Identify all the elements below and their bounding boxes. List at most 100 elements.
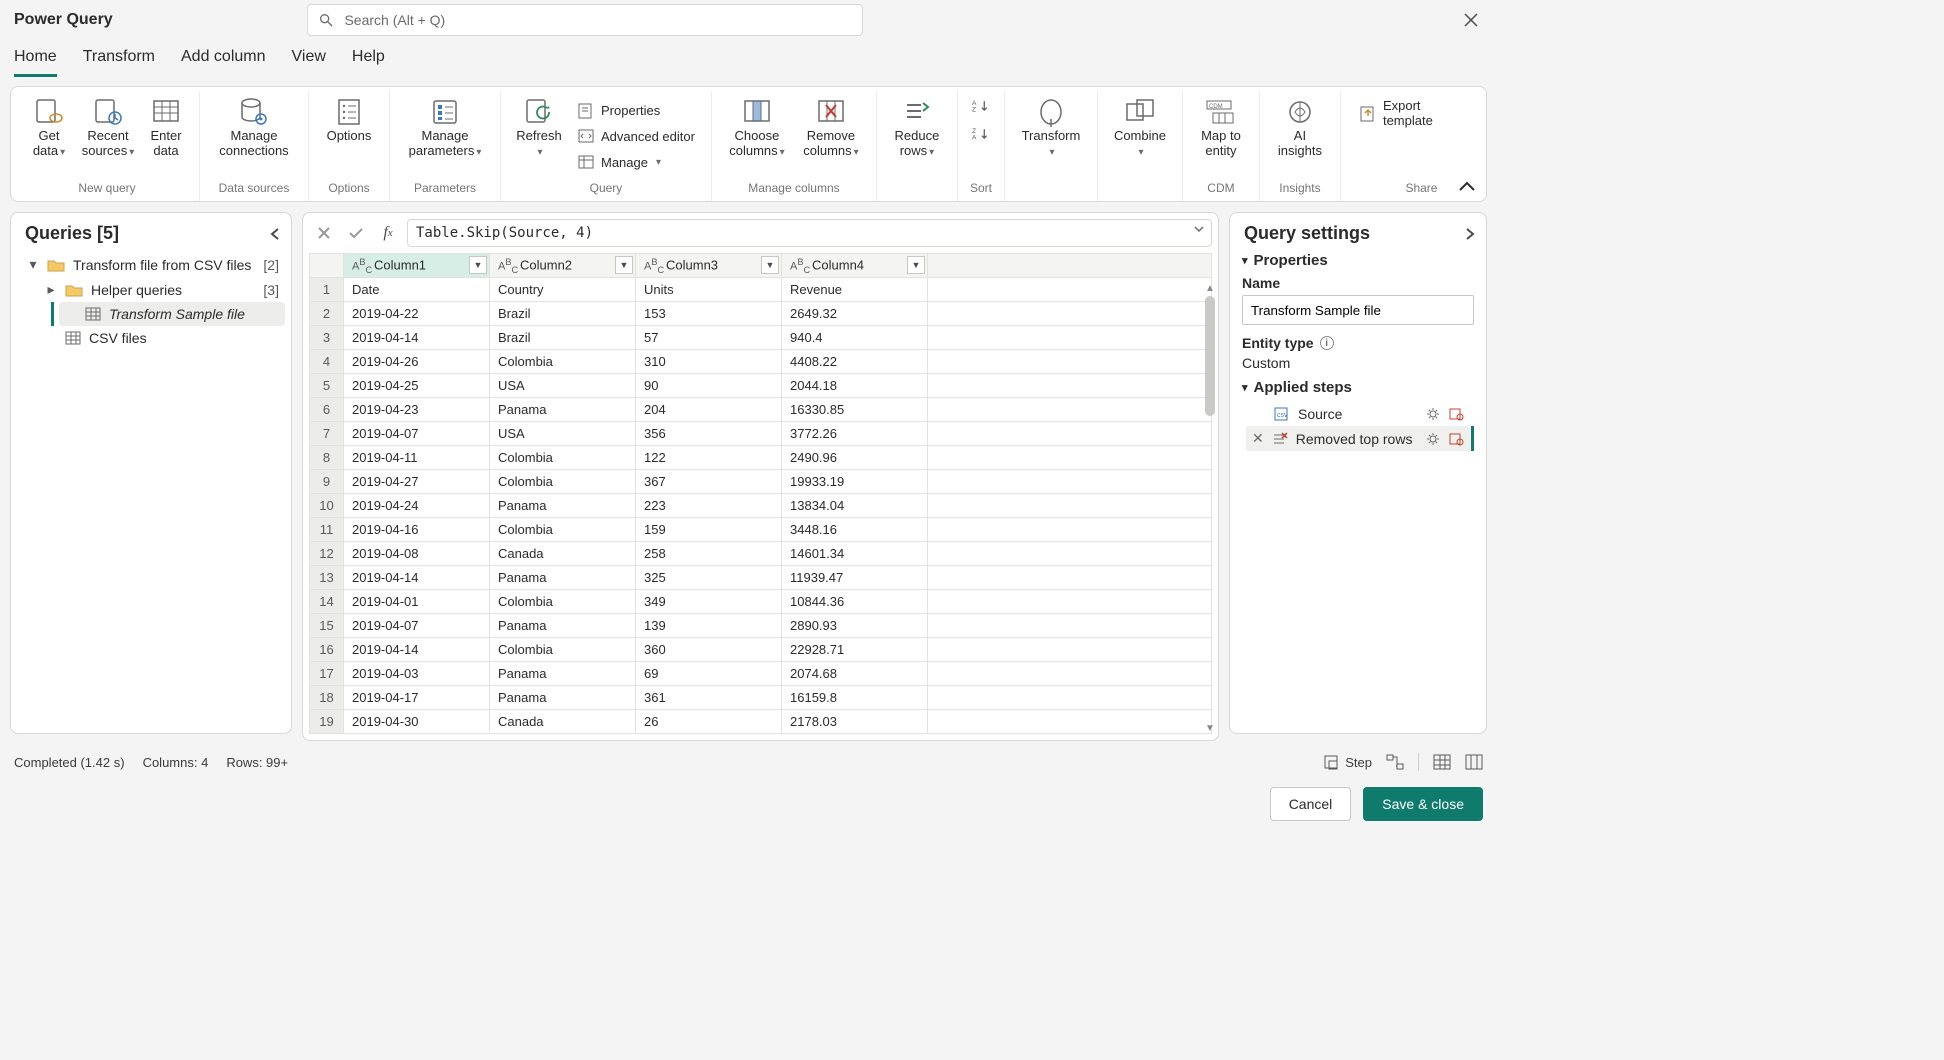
step-settings-button[interactable] xyxy=(1426,432,1440,446)
row-index[interactable]: 16 xyxy=(310,638,344,662)
cell[interactable]: Panama xyxy=(490,662,636,686)
scrollbar-thumb[interactable] xyxy=(1205,296,1215,416)
cell[interactable]: Brazil xyxy=(490,326,636,350)
sort-asc-button[interactable]: AZ xyxy=(968,95,994,117)
table-row[interactable]: 152019-04-07Panama1392890.93 xyxy=(310,614,1212,638)
cell[interactable]: 349 xyxy=(636,590,782,614)
table-row[interactable]: 182019-04-17Panama36116159.8 xyxy=(310,686,1212,710)
table-row[interactable]: 192019-04-30Canada262178.03 xyxy=(310,710,1212,734)
table-row[interactable]: 112019-04-16Colombia1593448.16 xyxy=(310,518,1212,542)
cell[interactable]: 159 xyxy=(636,518,782,542)
row-index[interactable]: 3 xyxy=(310,326,344,350)
row-index[interactable]: 8 xyxy=(310,446,344,470)
vertical-scrollbar[interactable]: ▲ ▼ xyxy=(1204,283,1216,734)
column-filter-button[interactable]: ▼ xyxy=(761,256,779,274)
cell[interactable]: USA xyxy=(490,422,636,446)
row-index[interactable]: 12 xyxy=(310,542,344,566)
row-index[interactable]: 13 xyxy=(310,566,344,590)
cell[interactable]: Colombia xyxy=(490,518,636,542)
cell[interactable]: Canada xyxy=(490,710,636,734)
table-row[interactable]: 102019-04-24Panama22313834.04 xyxy=(310,494,1212,518)
row-index[interactable]: 4 xyxy=(310,350,344,374)
column-header[interactable]: ABCColumn4▼ xyxy=(782,254,928,278)
cell[interactable]: 139 xyxy=(636,614,782,638)
info-icon[interactable]: i xyxy=(1320,336,1334,350)
collapse-queries-button[interactable] xyxy=(269,227,281,241)
applied-step[interactable]: ✕Removed top rows xyxy=(1246,426,1470,451)
table-row[interactable]: 1DateCountryUnitsRevenue xyxy=(310,278,1212,302)
cell[interactable]: 360 xyxy=(636,638,782,662)
query-item[interactable]: Transform Sample file xyxy=(59,302,285,326)
row-index[interactable]: 14 xyxy=(310,590,344,614)
tab-home[interactable]: Home xyxy=(14,44,57,77)
cell[interactable]: 2178.03 xyxy=(782,710,928,734)
cell[interactable]: 2019-04-17 xyxy=(344,686,490,710)
sort-desc-button[interactable]: ZA xyxy=(968,123,994,145)
cell[interactable]: 3772.26 xyxy=(782,422,928,446)
row-index[interactable]: 17 xyxy=(310,662,344,686)
cell[interactable]: 2019-04-25 xyxy=(344,374,490,398)
cell[interactable]: 2649.32 xyxy=(782,302,928,326)
cell[interactable]: 2019-04-22 xyxy=(344,302,490,326)
cancel-button[interactable]: Cancel xyxy=(1270,787,1352,821)
cell[interactable]: 367 xyxy=(636,470,782,494)
cell[interactable]: 57 xyxy=(636,326,782,350)
table-row[interactable]: 42019-04-26Colombia3104408.22 xyxy=(310,350,1212,374)
table-row[interactable]: 52019-04-25USA902044.18 xyxy=(310,374,1212,398)
cell[interactable]: Canada xyxy=(490,542,636,566)
cell[interactable]: Units xyxy=(636,278,782,302)
table-row[interactable]: 62019-04-23Panama20416330.85 xyxy=(310,398,1212,422)
table-row[interactable]: 92019-04-27Colombia36719933.19 xyxy=(310,470,1212,494)
table-row[interactable]: 172019-04-03Panama692074.68 xyxy=(310,662,1212,686)
formula-expand-button[interactable] xyxy=(1193,224,1205,234)
properties-button[interactable]: Properties xyxy=(571,99,701,123)
column-header[interactable]: ABCColumn3▼ xyxy=(636,254,782,278)
grid-view-button[interactable] xyxy=(1433,754,1451,770)
cell[interactable]: 310 xyxy=(636,350,782,374)
cell[interactable]: 940.4 xyxy=(782,326,928,350)
step-warning-icon[interactable] xyxy=(1448,407,1464,421)
cell[interactable]: 258 xyxy=(636,542,782,566)
table-row[interactable]: 142019-04-01Colombia34910844.36 xyxy=(310,590,1212,614)
cell[interactable]: 2019-04-16 xyxy=(344,518,490,542)
query-item[interactable]: ▸Helper queries[3] xyxy=(39,277,285,302)
reduce-rows-button[interactable]: Reduce rows▾ xyxy=(887,95,947,179)
manage-parameters-button[interactable]: Manage parameters▾ xyxy=(400,95,490,179)
cell[interactable]: 2074.68 xyxy=(782,662,928,686)
step-warning-icon[interactable] xyxy=(1448,432,1464,446)
column-filter-button[interactable]: ▼ xyxy=(469,256,487,274)
cell[interactable]: 361 xyxy=(636,686,782,710)
manage-connections-button[interactable]: Manage connections xyxy=(210,95,298,179)
row-index-header[interactable] xyxy=(310,254,344,278)
cell[interactable]: 16159.8 xyxy=(782,686,928,710)
row-index[interactable]: 2 xyxy=(310,302,344,326)
cell[interactable]: 2019-04-26 xyxy=(344,350,490,374)
cell[interactable]: 2019-04-27 xyxy=(344,470,490,494)
tab-view[interactable]: View xyxy=(292,44,326,77)
column-header[interactable]: ABCColumn1▼ xyxy=(344,254,490,278)
recent-sources-button[interactable]: Recent sources▾ xyxy=(77,95,139,179)
map-to-entity-button[interactable]: CDM Map to entity xyxy=(1193,95,1249,179)
refresh-button[interactable]: Refresh▾ xyxy=(511,95,567,179)
cell[interactable]: Colombia xyxy=(490,470,636,494)
transform-button[interactable]: Transform▾ xyxy=(1015,95,1087,179)
cell[interactable]: 2019-04-24 xyxy=(344,494,490,518)
table-row[interactable]: 72019-04-07USA3563772.26 xyxy=(310,422,1212,446)
table-row[interactable]: 32019-04-14Brazil57940.4 xyxy=(310,326,1212,350)
cell[interactable]: 19933.19 xyxy=(782,470,928,494)
row-index[interactable]: 9 xyxy=(310,470,344,494)
table-row[interactable]: 82019-04-11Colombia1222490.96 xyxy=(310,446,1212,470)
cell[interactable]: Panama xyxy=(490,566,636,590)
tab-add-column[interactable]: Add column xyxy=(181,44,266,77)
cell[interactable]: Panama xyxy=(490,398,636,422)
cell[interactable]: 2019-04-01 xyxy=(344,590,490,614)
remove-columns-button[interactable]: Remove columns▾ xyxy=(796,95,866,179)
cell[interactable]: 22928.71 xyxy=(782,638,928,662)
cell[interactable]: 2019-04-14 xyxy=(344,638,490,662)
delete-step-button[interactable]: ✕ xyxy=(1252,430,1264,447)
save-close-button[interactable]: Save & close xyxy=(1363,787,1483,821)
query-item[interactable]: ▾Transform file from CSV files[2] xyxy=(21,252,285,277)
combine-button[interactable]: Combine▾ xyxy=(1108,95,1172,179)
diagram-view-button[interactable] xyxy=(1386,754,1404,770)
cell[interactable]: 2019-04-30 xyxy=(344,710,490,734)
